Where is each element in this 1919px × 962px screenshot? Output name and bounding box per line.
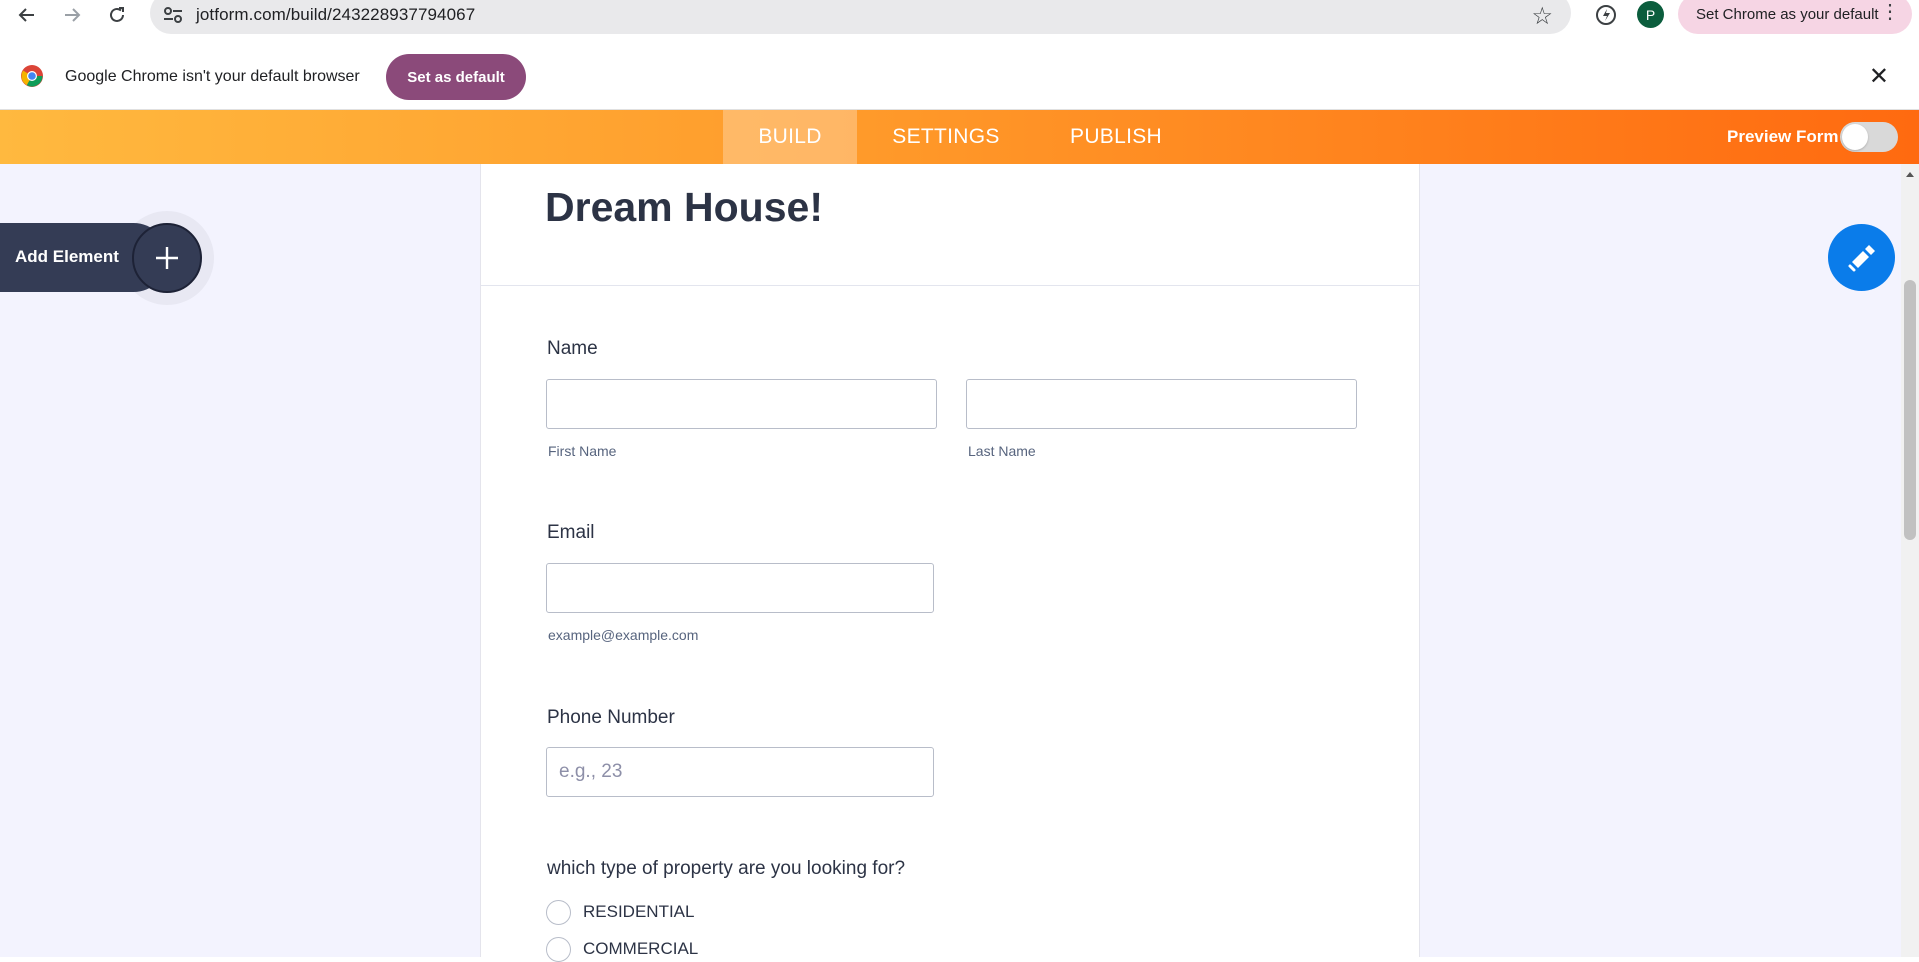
preview-form-toggle[interactable] [1840, 122, 1898, 152]
last-name-input[interactable] [966, 379, 1357, 429]
radio-label-residential[interactable]: RESIDENTIAL [583, 902, 694, 922]
back-button[interactable] [10, 0, 44, 30]
first-name-input[interactable] [546, 379, 937, 429]
scroll-up-arrow-icon[interactable] [1906, 172, 1914, 177]
url-text[interactable]: jotform.com/build/243228937794067 [196, 5, 475, 25]
vertical-dots-icon[interactable]: ⋮ [1880, 2, 1900, 22]
set-chrome-default-label: Set Chrome as your default [1696, 5, 1879, 23]
form-card: Dream House! Name First Name Last Name E… [480, 164, 1420, 962]
reload-button[interactable] [100, 0, 134, 30]
avatar[interactable]: P [1637, 1, 1664, 28]
tune-icon[interactable] [162, 6, 184, 26]
address-bar[interactable]: jotform.com/build/243228937794067 ☆ [150, 0, 1571, 34]
email-sublabel[interactable]: example@example.com [548, 627, 698, 643]
preview-form-label: Preview Form [1727, 127, 1839, 146]
radio-residential[interactable] [546, 900, 571, 925]
name-label[interactable]: Name [547, 338, 598, 360]
phone-number-input[interactable] [546, 747, 934, 797]
plus-icon[interactable] [132, 223, 202, 293]
extension-icon[interactable] [1593, 2, 1619, 28]
infobar-message: Google Chrome isn't your default browser [65, 68, 360, 85]
radio-label-commercial[interactable]: COMMERCIAL [583, 939, 698, 959]
tab-publish[interactable]: PUBLISH [1050, 110, 1182, 164]
first-name-sublabel[interactable]: First Name [548, 443, 616, 459]
add-element-label: Add Element [15, 247, 119, 266]
browser-toolbar: jotform.com/build/243228937794067 ☆ P Se… [0, 0, 1919, 34]
page-scrollbar[interactable] [1901, 164, 1919, 957]
radio-commercial[interactable] [546, 937, 571, 962]
last-name-sublabel[interactable]: Last Name [968, 443, 1036, 459]
phone-number-label[interactable]: Phone Number [547, 707, 675, 729]
set-as-default-button[interactable]: Set as default [386, 54, 526, 100]
jotform-nav-bar: BUILD SETTINGS PUBLISH Preview Form [0, 110, 1919, 164]
tab-build[interactable]: BUILD [723, 110, 857, 164]
tab-settings[interactable]: SETTINGS [870, 110, 1022, 164]
add-element-button[interactable]: Add Element [0, 223, 202, 293]
set-chrome-default-chip[interactable]: Set Chrome as your default ⋮ [1678, 0, 1912, 34]
chrome-logo-icon [21, 65, 43, 87]
property-type-label[interactable]: which type of property are you looking f… [547, 858, 905, 880]
toggle-knob [1842, 124, 1868, 150]
default-browser-infobar: Google Chrome isn't your default browser… [0, 44, 1919, 110]
form-designer-button[interactable] [1828, 224, 1895, 291]
reload-icon [110, 7, 124, 22]
form-title[interactable]: Dream House! [545, 184, 823, 231]
close-icon[interactable]: ✕ [1869, 62, 1889, 91]
arrow-left-icon [18, 8, 34, 22]
scrollbar-thumb[interactable] [1904, 280, 1916, 540]
email-field[interactable] [546, 563, 934, 613]
email-label[interactable]: Email [547, 522, 595, 544]
form-divider [481, 285, 1419, 286]
arrow-right-icon [65, 8, 81, 22]
paint-roller-icon [1848, 244, 1875, 271]
star-icon[interactable]: ☆ [1531, 2, 1553, 31]
forward-button[interactable] [55, 0, 89, 30]
